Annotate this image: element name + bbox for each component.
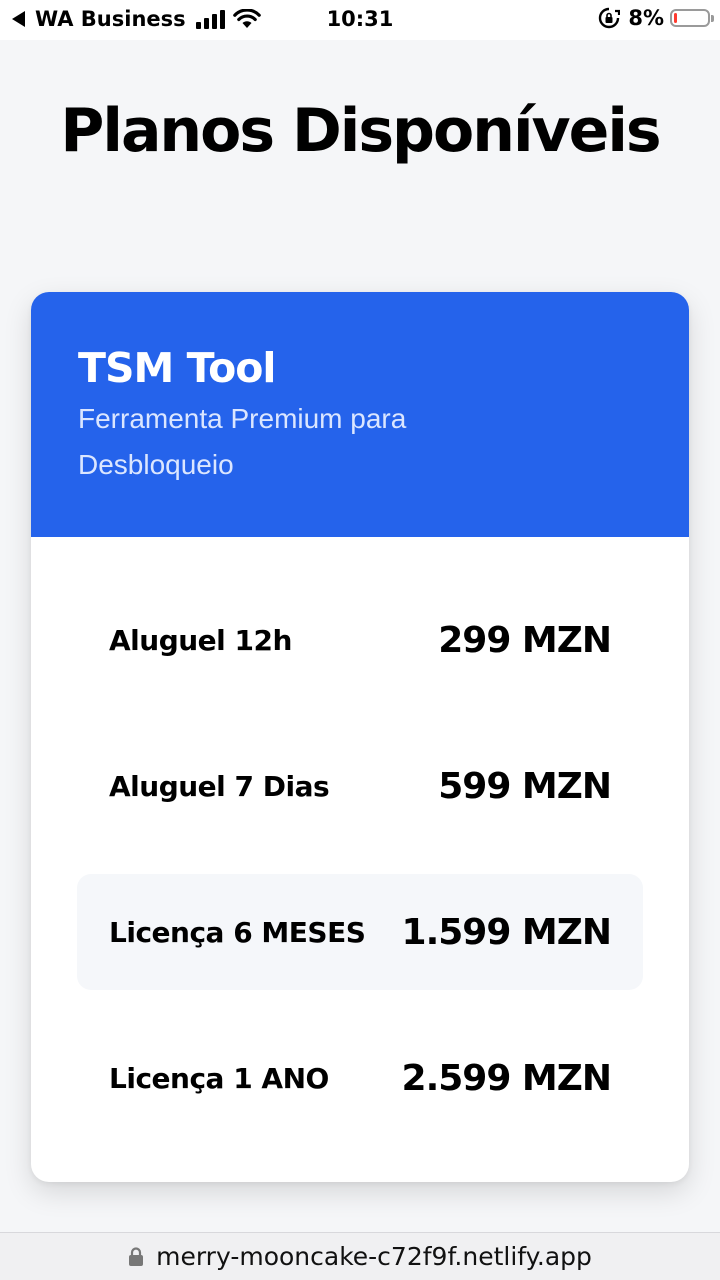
plan-price: 299 MZN [438, 619, 612, 661]
battery-percent: 8% [628, 6, 664, 30]
plan-row-aluguel-7-dias[interactable]: Aluguel 7 Dias 599 MZN [77, 728, 643, 844]
card-subtitle: Ferramenta Premium para Desbloqueio [78, 403, 407, 480]
address-bar[interactable]: merry-mooncake-c72f9f.netlify.app [0, 1232, 720, 1280]
battery-fill [674, 13, 677, 23]
page-title: Planos Disponíveis [60, 96, 661, 166]
plan-price: 599 MZN [438, 765, 612, 807]
plan-card: TSM Tool Ferramenta Premium para Desbloq… [31, 292, 689, 1182]
status-bar: WA Business 10:31 8% [0, 0, 720, 40]
plan-name: Licença 1 ANO [109, 1061, 329, 1095]
plan-row-licenca-6-meses[interactable]: Licença 6 MESES 1.599 MZN [77, 874, 643, 990]
plan-price: 1.599 MZN [401, 911, 612, 953]
plan-price: 2.599 MZN [401, 1057, 612, 1099]
url-text: merry-mooncake-c72f9f.netlify.app [156, 1242, 592, 1271]
plan-row-licenca-1-ano[interactable]: Licença 1 ANO 2.599 MZN [77, 1020, 643, 1136]
plan-row-aluguel-12h[interactable]: Aluguel 12h 299 MZN [77, 582, 643, 698]
card-header: TSM Tool Ferramenta Premium para Desbloq… [31, 292, 689, 537]
lock-icon [129, 1246, 144, 1266]
plan-name: Aluguel 12h [109, 623, 292, 657]
orientation-lock-icon [599, 7, 621, 29]
plan-name: Aluguel 7 Dias [109, 769, 330, 803]
battery-icon [670, 9, 714, 27]
card-title: TSM Tool [78, 344, 276, 392]
plan-name: Licença 6 MESES [109, 915, 366, 949]
